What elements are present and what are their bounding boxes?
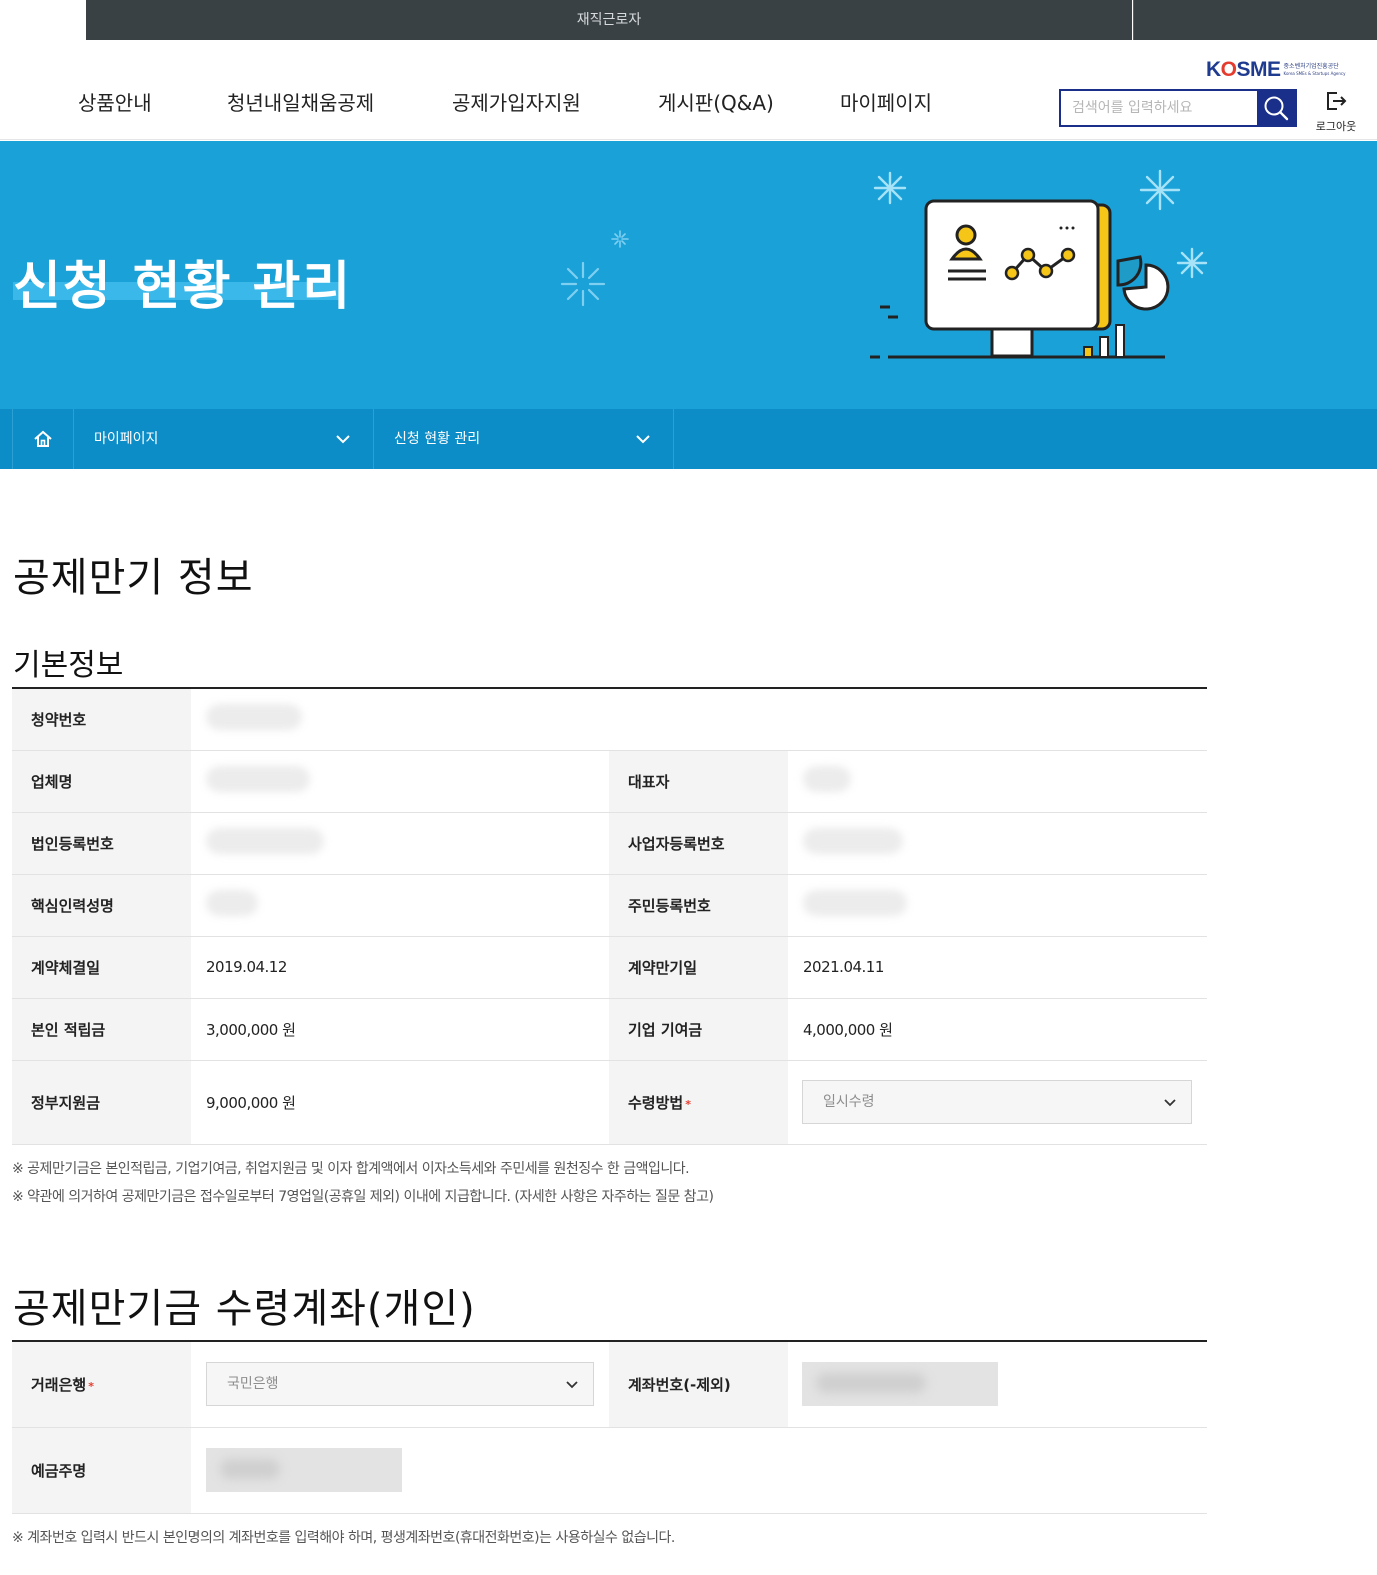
required-mark: * bbox=[685, 1097, 691, 1111]
holder-cell bbox=[191, 1427, 1207, 1514]
label-gov-support: 정부지원금 bbox=[12, 1060, 191, 1145]
value-ceo bbox=[788, 750, 1207, 813]
banner-title: 신청 현황 관리 bbox=[13, 257, 353, 317]
value-contract-date: 2019.04.12 bbox=[191, 936, 609, 999]
table-row: 정부지원금 9,000,000 원 수령방법 * 일시수령 bbox=[12, 1060, 1207, 1145]
label-company-contribution: 기업 기여금 bbox=[609, 998, 788, 1061]
value-self-savings: 3,000,000 원 bbox=[191, 998, 609, 1061]
search-box bbox=[1059, 89, 1297, 127]
note-account-rule: ※ 계좌번호 입력시 반드시 본인명의의 계좌번호를 입력해야 하며, 평생계좌… bbox=[12, 1530, 675, 1546]
value-biz-reg-no bbox=[788, 812, 1207, 875]
tab-employed-worker[interactable]: 재직근로자 bbox=[86, 0, 1132, 40]
breadcrumb-home[interactable] bbox=[12, 409, 74, 469]
label-expiry-date: 계약만기일 bbox=[609, 936, 788, 999]
table-row: 계약체결일 2019.04.12 계약만기일 2021.04.11 bbox=[12, 936, 1207, 999]
account-section-heading: 공제만기금 수령계좌(개인) bbox=[13, 1286, 476, 1332]
note-payment-schedule: ※ 약관에 의거하여 공제만기금은 접수일로부터 7영업일(공휴일 제외) 이내… bbox=[12, 1189, 714, 1205]
value-company-name bbox=[191, 750, 609, 813]
nav-item-mypage[interactable]: 마이페이지 bbox=[840, 87, 932, 116]
breadcrumb-level1-label: 마이페이지 bbox=[94, 431, 159, 447]
label-company-name: 업체명 bbox=[12, 750, 191, 813]
account-no-input[interactable] bbox=[802, 1362, 998, 1407]
value-company-contribution: 4,000,000 원 bbox=[788, 998, 1207, 1061]
logout-button[interactable]: 로그아웃 bbox=[1311, 90, 1361, 134]
label-corp-reg-no: 법인등록번호 bbox=[12, 812, 191, 875]
logout-label: 로그아웃 bbox=[1315, 120, 1357, 133]
value-corp-reg-no bbox=[191, 812, 609, 875]
account-table: 거래은행 * 국민은행 계좌번호(-제외) 예금주명 bbox=[12, 1340, 1207, 1514]
page-title: 공제만기 정보 bbox=[13, 555, 254, 601]
top-strip-spacer bbox=[0, 0, 86, 40]
nav-item-board[interactable]: 게시판(Q&A) bbox=[658, 87, 774, 116]
bank-cell: 국민은행 bbox=[191, 1341, 609, 1428]
breadcrumb-level1-dropdown[interactable]: 마이페이지 bbox=[74, 409, 374, 469]
logo-mark: KOSME bbox=[1206, 58, 1281, 81]
chevron-down-icon bbox=[336, 435, 350, 444]
nav-item-products[interactable]: 상품안내 bbox=[78, 87, 152, 116]
basic-info-heading: 기본정보 bbox=[13, 648, 124, 683]
logout-icon bbox=[1327, 92, 1347, 110]
search-icon bbox=[1264, 96, 1289, 121]
account-no-cell bbox=[788, 1341, 1207, 1428]
table-row: 청약번호 bbox=[12, 688, 1207, 751]
monitor-dashboard-illustration bbox=[870, 169, 1208, 359]
bank-select[interactable]: 국민은행 bbox=[206, 1362, 594, 1407]
label-core-person-name: 핵심인력성명 bbox=[12, 874, 191, 937]
label-bank: 거래은행 * bbox=[12, 1341, 191, 1428]
value-expiry-date: 2021.04.11 bbox=[788, 936, 1207, 999]
kosme-logo[interactable]: KOSME 중소벤처기업진흥공단 Korea SMEs & Startups Ag… bbox=[1206, 58, 1345, 82]
logo-subtext: 중소벤처기업진흥공단 Korea SMEs & Startups Agency bbox=[1283, 63, 1346, 76]
label-biz-reg-no: 사업자등록번호 bbox=[609, 812, 788, 875]
label-holder: 예금주명 bbox=[12, 1427, 191, 1514]
value-resident-no bbox=[788, 874, 1207, 937]
sparkle-icon bbox=[611, 230, 629, 248]
page-banner: 신청 현황 관리 bbox=[0, 141, 1377, 409]
receipt-method-selected: 일시수령 bbox=[823, 1094, 875, 1110]
search-button[interactable] bbox=[1257, 91, 1295, 125]
top-strip-right bbox=[1133, 0, 1377, 40]
search-input[interactable] bbox=[1061, 91, 1257, 125]
breadcrumb: 마이페이지 신청 현황 관리 bbox=[0, 409, 1377, 469]
header: 상품안내 청년내일채움공제 공제가입자지원 게시판(Q&A) 마이페이지 KOS… bbox=[0, 40, 1377, 140]
label-account-no: 계좌번호(-제외) bbox=[609, 1341, 788, 1428]
nav-item-youth-savings[interactable]: 청년내일채움공제 bbox=[227, 87, 374, 116]
bank-selected: 국민은행 bbox=[227, 1376, 279, 1393]
chevron-down-icon bbox=[566, 1381, 578, 1389]
basic-info-table: 청약번호 업체명 대표자 법인등록번호 사업자등록번호 핵심인력성명 주민등록번… bbox=[12, 687, 1207, 1145]
label-self-savings: 본인 적립금 bbox=[12, 998, 191, 1061]
sparkle-icon bbox=[560, 261, 606, 307]
table-row: 거래은행 * 국민은행 계좌번호(-제외) bbox=[12, 1341, 1207, 1428]
receipt-method-select[interactable]: 일시수령 bbox=[802, 1080, 1192, 1124]
breadcrumb-level2-label: 신청 현황 관리 bbox=[394, 431, 481, 447]
chevron-down-icon bbox=[1164, 1099, 1176, 1107]
note-maturity-amount: ※ 공제만기금은 본인적립금, 기업기여금, 취업지원금 및 이자 합계액에서 … bbox=[12, 1161, 690, 1177]
table-row: 본인 적립금 3,000,000 원 기업 기여금 4,000,000 원 bbox=[12, 998, 1207, 1061]
label-resident-no: 주민등록번호 bbox=[609, 874, 788, 937]
chevron-down-icon bbox=[636, 435, 650, 444]
table-row: 업체명 대표자 bbox=[12, 750, 1207, 813]
home-icon bbox=[34, 430, 52, 447]
label-contract-date: 계약체결일 bbox=[12, 936, 191, 999]
holder-input[interactable] bbox=[206, 1448, 402, 1492]
table-row: 법인등록번호 사업자등록번호 bbox=[12, 812, 1207, 875]
table-row: 핵심인력성명 주민등록번호 bbox=[12, 874, 1207, 937]
required-mark: * bbox=[88, 1379, 94, 1393]
value-gov-support: 9,000,000 원 bbox=[191, 1060, 609, 1145]
nav-item-member-support[interactable]: 공제가입자지원 bbox=[452, 87, 581, 116]
breadcrumb-level2-dropdown[interactable]: 신청 현황 관리 bbox=[374, 409, 674, 469]
value-core-person-name bbox=[191, 874, 609, 937]
label-receipt-method: 수령방법 * bbox=[609, 1060, 788, 1145]
label-ceo: 대표자 bbox=[609, 750, 788, 813]
value-subscription-no bbox=[191, 688, 1207, 751]
table-row: 예금주명 bbox=[12, 1427, 1207, 1514]
top-strip: 재직근로자 bbox=[0, 0, 1377, 40]
receipt-method-cell: 일시수령 bbox=[788, 1060, 1207, 1145]
label-subscription-no: 청약번호 bbox=[12, 688, 191, 751]
